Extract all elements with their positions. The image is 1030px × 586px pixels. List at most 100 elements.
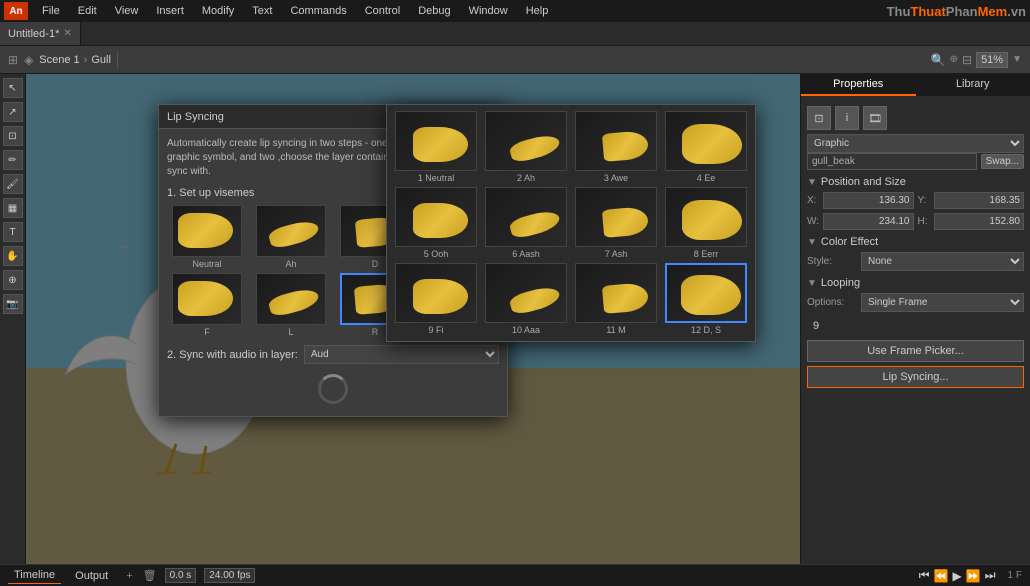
x-value[interactable]: 136.30: [823, 192, 914, 209]
menu-insert[interactable]: Insert: [148, 3, 192, 19]
viseme-neutral-thumb[interactable]: [172, 205, 242, 257]
menu-help[interactable]: Help: [518, 3, 557, 19]
viseme-f-thumb[interactable]: [172, 273, 242, 325]
viseme-ah-thumb[interactable]: [256, 205, 326, 257]
menu-commands[interactable]: Commands: [282, 3, 354, 19]
lip-syncing-button[interactable]: Lip Syncing...: [807, 366, 1024, 388]
ext-thumb-1[interactable]: [395, 111, 477, 171]
edit-symbols-icon: ⊞: [8, 53, 18, 67]
ext-thumb-9[interactable]: [395, 263, 477, 323]
panel-content: ⊡ i 🎞 Graphic gull_beak Swap... ▼ Positi…: [801, 96, 1030, 564]
w-coord: W: 234.10: [807, 213, 914, 230]
play-button[interactable]: ▶: [953, 569, 962, 583]
panel-icon-info[interactable]: i: [835, 106, 859, 130]
h-value[interactable]: 152.80: [934, 213, 1025, 230]
menu-text[interactable]: Text: [244, 3, 280, 19]
ext-viseme-3[interactable]: 3 Awe: [573, 111, 659, 183]
viseme-l-thumb[interactable]: [256, 273, 326, 325]
viseme-f[interactable]: F: [167, 273, 247, 337]
loading-spinner: [318, 374, 348, 404]
options-row: Options: Single Frame: [807, 293, 1024, 312]
ext-viseme-2[interactable]: 2 Ah: [483, 111, 569, 183]
hand-tool[interactable]: ✋: [3, 246, 23, 266]
tab-properties[interactable]: Properties: [801, 74, 916, 96]
text-tool[interactable]: T: [3, 222, 23, 242]
go-to-end-button[interactable]: ⏭: [985, 568, 996, 583]
panel-icon-camera[interactable]: 🎞: [863, 106, 887, 130]
step-back-button[interactable]: ⏪: [934, 569, 949, 583]
ext-thumb-4[interactable]: [665, 111, 747, 171]
fill-tool[interactable]: ▦: [3, 198, 23, 218]
swap-button[interactable]: Swap...: [981, 154, 1024, 169]
ext-viseme-6[interactable]: 6 Aash: [483, 187, 569, 259]
character-label[interactable]: Gull: [91, 54, 111, 66]
ext-label-11: 11 M: [606, 325, 625, 335]
ext-thumb-11[interactable]: [575, 263, 657, 323]
zoom-tool[interactable]: ⊕: [3, 270, 23, 290]
ext-thumb-6[interactable]: [485, 187, 567, 247]
viseme-neutral[interactable]: Neutral: [167, 205, 247, 269]
dialog-title: Lip Syncing: [167, 111, 224, 123]
subselect-tool[interactable]: ↗: [3, 102, 23, 122]
pencil-tool[interactable]: ✏: [3, 150, 23, 170]
menu-control[interactable]: Control: [357, 3, 408, 19]
menu-file[interactable]: File: [34, 3, 68, 19]
viseme-l[interactable]: L: [251, 273, 331, 337]
document-tab[interactable]: Untitled-1* ✕: [0, 22, 81, 45]
select-tool[interactable]: ↖: [3, 78, 23, 98]
options-select[interactable]: Single Frame: [861, 293, 1024, 312]
use-frame-picker-button[interactable]: Use Frame Picker...: [807, 340, 1024, 362]
transform-tool[interactable]: ⊡: [3, 126, 23, 146]
brush-tool[interactable]: 🖌: [3, 174, 23, 194]
ext-viseme-7[interactable]: 7 Ash: [573, 187, 659, 259]
tab-library[interactable]: Library: [916, 74, 1030, 96]
output-tab[interactable]: Output: [69, 568, 114, 584]
ext-thumb-12[interactable]: [665, 263, 747, 323]
position-size-header[interactable]: ▼ Position and Size: [807, 176, 1024, 188]
tab-close-icon[interactable]: ✕: [63, 28, 71, 39]
toolbar-separator: [117, 51, 118, 69]
menu-debug[interactable]: Debug: [410, 3, 458, 19]
viseme-ah[interactable]: Ah: [251, 205, 331, 269]
add-layer-icon[interactable]: +: [126, 570, 132, 582]
ext-viseme-8[interactable]: 8 Eerr: [663, 187, 749, 259]
ext-viseme-5[interactable]: 5 Ooh: [393, 187, 479, 259]
step-forward-button[interactable]: ⏩: [966, 569, 981, 583]
color-effect-header[interactable]: ▼ Color Effect: [807, 236, 1024, 248]
canvas-background: + Lip Syncing ✕ Automatically create lip…: [26, 74, 800, 564]
ext-thumb-2[interactable]: [485, 111, 567, 171]
menu-edit[interactable]: Edit: [70, 3, 105, 19]
camera-tool[interactable]: 📷: [3, 294, 23, 314]
time-display: 0.0 s: [165, 568, 197, 583]
ext-thumb-7[interactable]: [575, 187, 657, 247]
fps-display: 24.00 fps: [204, 568, 255, 583]
ext-thumb-8[interactable]: [665, 187, 747, 247]
timeline-tab[interactable]: Timeline: [8, 567, 61, 584]
delete-layer-icon[interactable]: 🗑: [143, 569, 157, 582]
ext-viseme-1[interactable]: 1 Neutral: [393, 111, 479, 183]
w-value[interactable]: 234.10: [823, 213, 914, 230]
sync-layer-select[interactable]: Aud: [304, 345, 499, 364]
menu-view[interactable]: View: [107, 3, 147, 19]
ext-viseme-11[interactable]: 11 M: [573, 263, 659, 335]
menu-window[interactable]: Window: [461, 3, 516, 19]
zoom-value[interactable]: 51%: [976, 52, 1008, 68]
ext-viseme-9[interactable]: 9 Fi: [393, 263, 479, 335]
style-select[interactable]: None: [861, 252, 1024, 271]
ext-viseme-4[interactable]: 4 Ee: [663, 111, 749, 183]
style-row: Style: None: [807, 252, 1024, 271]
panel-icon-graphic[interactable]: ⊡: [807, 106, 831, 130]
ext-viseme-12[interactable]: 12 D, S: [663, 263, 749, 335]
graphic-type-select[interactable]: Graphic: [807, 134, 1024, 153]
ext-thumb-5[interactable]: [395, 187, 477, 247]
frame-number: 9: [807, 318, 825, 334]
ext-viseme-10[interactable]: 10 Aaa: [483, 263, 569, 335]
looping-header[interactable]: ▼ Looping: [807, 277, 1024, 289]
go-to-start-button[interactable]: ⏮: [919, 568, 930, 583]
ext-thumb-3[interactable]: [575, 111, 657, 171]
y-value[interactable]: 168.35: [934, 192, 1025, 209]
scene-label[interactable]: Scene 1: [39, 54, 79, 66]
ext-thumb-10[interactable]: [485, 263, 567, 323]
zoom-dropdown[interactable]: ▼: [1012, 54, 1022, 65]
menu-modify[interactable]: Modify: [194, 3, 242, 19]
